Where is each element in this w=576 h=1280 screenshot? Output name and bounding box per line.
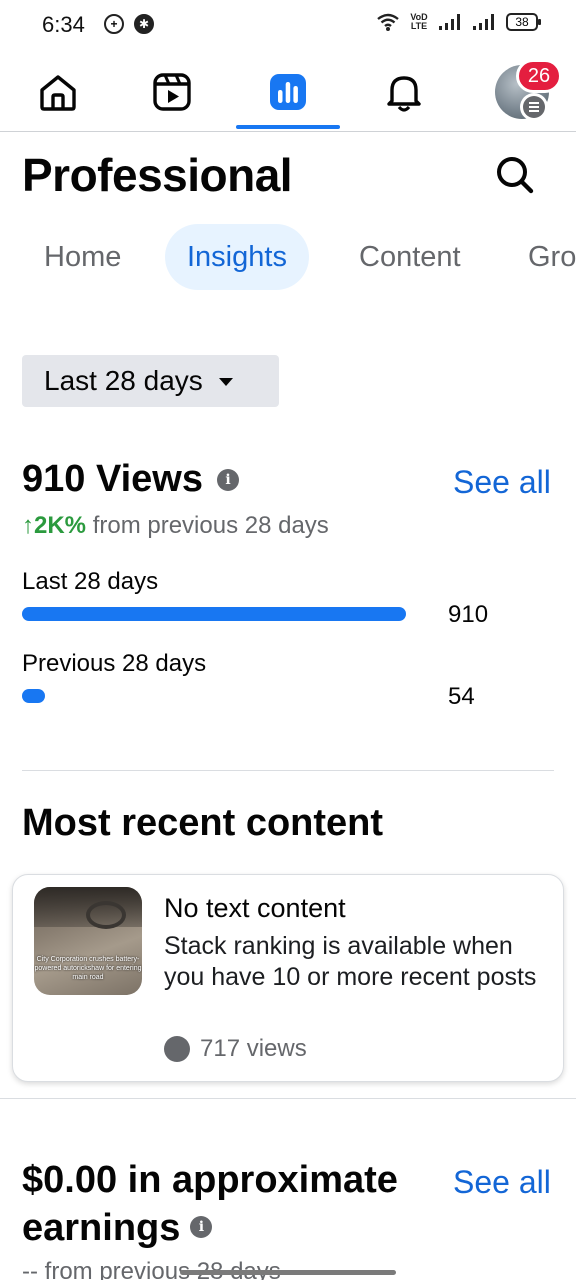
page-title: Professional — [22, 149, 293, 201]
bell-icon — [387, 76, 421, 112]
tab-content[interactable]: Content — [337, 224, 483, 290]
search-button[interactable] — [490, 150, 540, 200]
post-description: Stack ranking is available when you have… — [164, 932, 537, 991]
notification-count-badge: 26 — [516, 59, 562, 93]
tab-insights[interactable]: Insights — [165, 224, 309, 290]
recent-post-card[interactable]: City Corporation crushes battery-powered… — [12, 874, 564, 1082]
reels-icon — [153, 73, 191, 111]
info-icon[interactable]: i — [217, 468, 240, 491]
home-indicator[interactable] — [180, 1270, 396, 1275]
bar-chart-icon — [270, 74, 306, 110]
nav-notifications-button[interactable] — [352, 52, 456, 132]
views-bar-previous — [22, 689, 45, 703]
views-row-label: Last 28 days — [22, 568, 159, 595]
post-title: No text content — [164, 893, 346, 923]
info-icon[interactable]: i — [190, 1215, 213, 1238]
signal-icon-2 — [473, 14, 494, 30]
home-icon — [40, 75, 76, 111]
status-bar: 6:34 + ✱ VoD LTE 38 — [0, 0, 576, 52]
views-see-all-link[interactable]: See all — [453, 464, 551, 501]
views-delta-value: ↑2K% — [22, 512, 87, 539]
nav-home-button[interactable] — [6, 52, 110, 132]
search-icon — [497, 157, 534, 194]
views-row-value: 54 — [448, 683, 475, 710]
views-bar-track — [22, 607, 406, 621]
signal-icon — [439, 14, 460, 30]
tab-bar: Home Insights Content Gro — [0, 224, 576, 290]
top-navigation — [0, 52, 576, 132]
post-views-count: 717 views — [200, 1035, 307, 1062]
section-divider — [0, 1098, 576, 1099]
volte-indicator: VoD LTE — [410, 12, 428, 31]
earnings-heading: $0.00 in approximate earnings i — [22, 1156, 432, 1252]
post-thumbnail: City Corporation crushes battery-powered… — [34, 887, 142, 995]
date-range-dropdown[interactable]: Last 28 days — [22, 355, 279, 407]
add-notification-icon: + — [104, 14, 124, 34]
caret-down-icon — [218, 378, 233, 386]
views-delta: ↑2K% from previous 28 days — [22, 512, 329, 540]
views-row-value: 910 — [448, 601, 489, 628]
menu-icon — [520, 93, 548, 121]
battery-icon: 38 — [506, 13, 541, 31]
recent-content-title: Most recent content — [22, 802, 384, 844]
views-bar-track — [22, 689, 406, 703]
wifi-icon — [377, 13, 399, 31]
views-dot-icon — [164, 1036, 190, 1062]
views-bar-current — [22, 607, 406, 621]
tab-home[interactable]: Home — [22, 224, 143, 290]
nav-active-indicator — [236, 125, 340, 129]
views-title: 910 Views — [22, 458, 204, 500]
tab-groups[interactable]: Gro — [506, 224, 576, 290]
views-heading: 910 Views i — [22, 458, 240, 501]
section-divider — [22, 770, 554, 771]
nav-professional-dashboard-button[interactable] — [236, 52, 340, 132]
status-time: 6:34 — [42, 12, 85, 37]
post-views: 717 views — [164, 1035, 307, 1063]
views-delta-text: from previous 28 days — [86, 512, 329, 539]
nav-reels-button[interactable] — [120, 52, 224, 132]
views-row-label: Previous 28 days — [22, 650, 207, 677]
date-range-label: Last 28 days — [44, 365, 203, 396]
earnings-delta: -- from previous 28 days — [22, 1258, 281, 1280]
earnings-title: $0.00 in approximate earnings — [22, 1159, 398, 1249]
thumbnail-caption: City Corporation crushes battery-powered… — [34, 956, 142, 981]
app-notification-icon: ✱ — [134, 14, 154, 34]
earnings-see-all-link[interactable]: See all — [453, 1164, 551, 1201]
